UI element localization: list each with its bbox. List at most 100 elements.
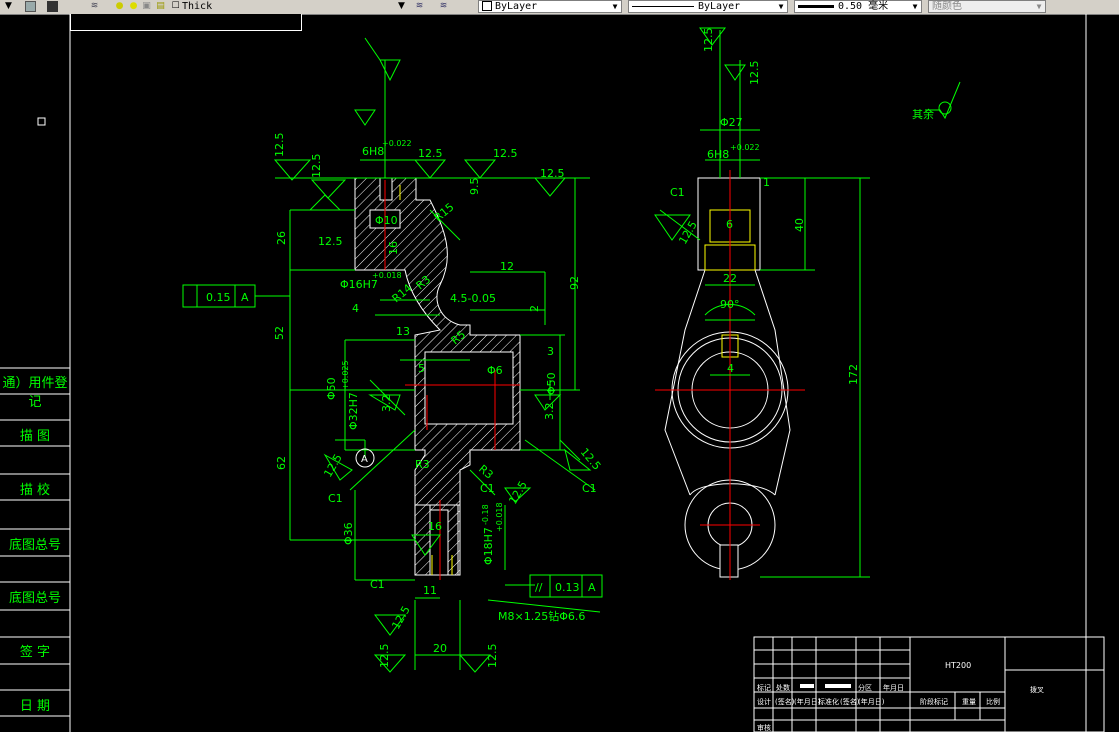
layer-manager-icon[interactable] [25,1,36,12]
dim-text: 3.2 [543,403,556,421]
dim-text: 172 [847,364,860,385]
sidebar-label-signature: 签 字 [19,645,51,660]
dim-text: Φ50 [545,372,558,395]
dim-text: 9.5 [468,178,481,196]
dim-text: 12.5 [676,219,700,247]
dim-text: 12.5 [378,644,391,669]
layer-previous-icon[interactable]: ≋ [438,1,449,12]
title-block-texts: HT200 拨叉 标记 处数 分区 年月日 设计 (签名) (年月日) 标准化 … [757,661,1044,732]
dim-text: C1 [370,578,385,591]
bore-void [424,351,514,425]
lock-icon[interactable]: ▣ [141,1,152,12]
pickbox-cursor [37,117,46,126]
layer-state-icon[interactable] [47,1,58,12]
sidebar-label-drawn: 描 图 [19,429,51,444]
dim-text: 92 [568,276,581,290]
design-sign: (签名) [775,697,795,706]
dim-text: C1 [582,482,597,495]
design-label: 设计 [757,697,771,706]
make-current-icon[interactable]: ≋ [414,1,425,12]
color-combo[interactable]: ByLayer ▼ [478,0,622,13]
dim-text: 12.5 [578,446,604,473]
linetype-dropdown-arrow-icon[interactable]: ▼ [776,2,786,11]
dim-text: 4 [352,302,359,315]
plotstyle-dropdown-arrow-icon: ▼ [1036,2,1042,11]
title-row-label: 处数 [776,683,790,692]
color-dropdown-arrow-icon[interactable]: ▼ [610,2,620,11]
color-combo-value: ByLayer [495,1,538,12]
dim-text: 2 [528,305,541,312]
dim-text: 40 [793,218,806,232]
material-text: HT200 [945,661,971,670]
linetype-combo[interactable]: ByLayer ▼ [628,0,788,13]
tol-bottom-symbol: // [535,581,543,594]
dropdown-arrow-icon[interactable]: ▼ [3,1,14,12]
dim-text: 6H8 [362,145,384,158]
linetype-combo-value: ByLayer [698,1,741,12]
lineweight-sample [798,4,834,8]
dim-text: +0.018 [372,271,402,280]
title-filled-bar-2 [825,684,851,688]
dim-text: 12 [500,260,514,273]
tol-left-value: 0.15 [206,291,231,304]
dim-text: 52 [273,326,286,340]
dim-text: 12.5 [702,28,715,53]
layer-color-box-icon[interactable]: ☐ [170,1,181,12]
standardize-label: 标准化 [818,697,839,706]
lineweight-dropdown-arrow-icon[interactable]: ▼ [910,2,920,11]
dim-text: 26 [275,231,288,245]
sun-icon[interactable]: ● [128,1,139,12]
dim-text: 6H8 [707,148,729,161]
dim-text: 4.5-0.05 [450,292,496,305]
dim-text: Φ36 [342,522,355,545]
standardize-sign: (签名) [840,697,860,706]
plotstyle-combo: 随颜色 ▼ [928,0,1046,13]
title-row-label: 标记 [757,683,771,692]
dim-text: 12.5 [506,479,530,507]
standardize-date: (年月日) [858,697,885,706]
drawing-canvas[interactable]: 12.5 12.5 12.5 12.5 12.5 12.5 6H8 +0.022… [0,14,1119,732]
properties-toolbar: ▼ ≋ ● ● ▣ ▤ ☐ Thick ▼ ≋ ≋ ByLayer ▼ ByLa… [0,0,1119,15]
sidebar-label-date: 日 期 [19,699,51,714]
dim-text: -0.18 [481,504,490,525]
lightbulb-icon[interactable]: ● [114,1,125,12]
linetype-sample [632,5,694,7]
sidebar-label-base-number-2: 底图总号 [8,591,61,606]
weight-label: 重量 [962,698,976,706]
review-label: 审核 [757,723,771,732]
plotstyle-combo-value: 随颜色 [932,1,962,12]
dim-text: 11 [423,584,437,597]
dim-text: 12.5 [318,235,343,248]
tol-bottom-value: 0.13 [555,581,580,594]
lineweight-combo[interactable]: 0.50 毫米 ▼ [794,0,922,13]
dim-text: Φ27 [720,116,743,129]
dim-text: 20 [433,642,447,655]
layer-dropdown-arrow-icon[interactable]: ▼ [396,1,407,12]
layer-name-value: Thick [182,1,213,12]
dim-text: C1 [328,492,343,505]
color-swatch-icon[interactable]: ▤ [155,1,166,12]
tol-left-datum: A [241,291,249,304]
roughness-note: 其余 [912,107,934,121]
layer-name-combo[interactable]: Thick [182,0,412,13]
dim-text: +0.022 [730,143,760,152]
dim-text: 12.5 [493,147,518,160]
sidebar-label-base-number: 底图总号 [8,538,61,553]
title-filled-bar [800,684,814,688]
tolerance-frame-left [182,284,290,308]
dim-text: +0.022 [382,139,412,148]
sidebar-label-checked: 描 校 [19,483,51,498]
dim-text: 12.5 [486,644,499,669]
dim-text: 12.5 [748,61,761,86]
dim-text: +0.025 [341,360,350,390]
dim-text: M8×1.25钻Φ6.6 [498,609,585,623]
dim-text: 3.2 [380,395,393,413]
layer-stack-icon[interactable]: ≋ [89,1,100,12]
scale-label: 比例 [986,697,1000,706]
title-row-label: 分区 [858,683,872,692]
dim-text: Φ10 [375,214,398,227]
dim-text: Φ6 [487,364,503,377]
dim-text: 12.5 [418,147,443,160]
dim-text: 16 [387,241,400,255]
part-name-text: 拨叉 [1030,685,1044,694]
